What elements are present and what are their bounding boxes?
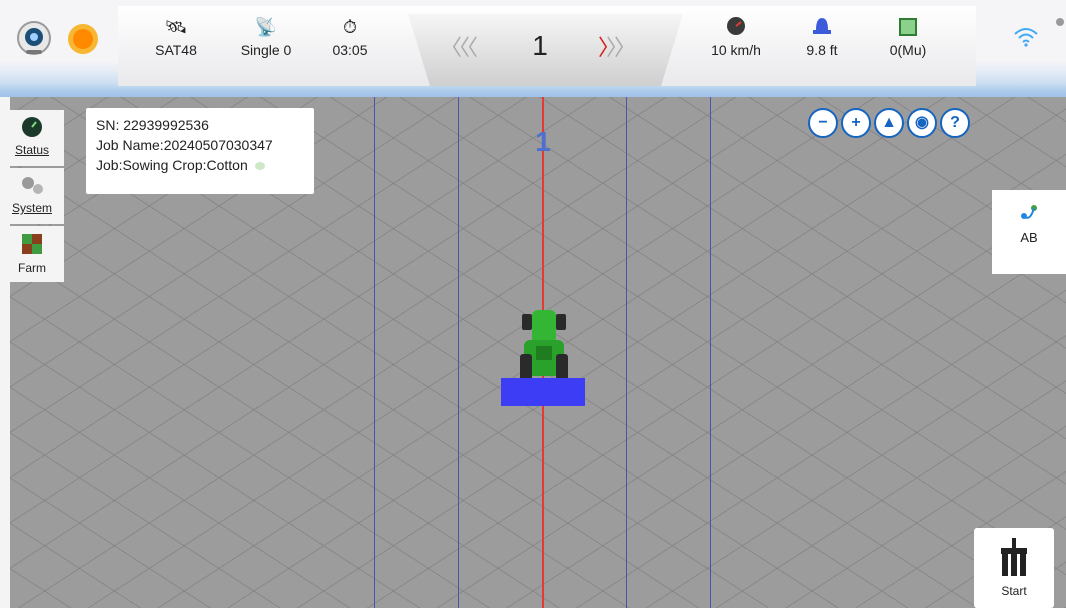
next-line-button[interactable]: 〉〉〉	[598, 30, 636, 62]
top-status-bar: 🛰 SAT48 📡 Single 0 ⏱ 03:05 〈〈〈 1 〉〉〉 10 …	[0, 0, 1066, 97]
previous-line-button[interactable]: 〈〈〈	[440, 30, 478, 62]
time-status: ⏱ 03:05	[310, 16, 390, 58]
sidebar-item-label: System	[11, 201, 52, 215]
ab-line-button[interactable]: AB	[992, 190, 1066, 274]
area-status: 0(Mu)	[868, 16, 948, 58]
job-crop-row: Job:Sowing Crop:Cotton	[86, 155, 314, 175]
start-label: Start	[1001, 584, 1027, 598]
ab-label: AB	[1020, 230, 1038, 245]
zoom-out-icon[interactable]: −	[808, 108, 838, 138]
zoom-in-icon[interactable]: +	[841, 108, 871, 138]
gears-icon	[0, 174, 64, 199]
satellite-icon: 🛰	[164, 17, 188, 37]
speedometer-icon	[696, 16, 776, 38]
signal-status[interactable]: 📡 Single 0	[226, 16, 306, 58]
area-icon	[868, 16, 948, 38]
time-value: 03:05	[332, 42, 368, 58]
ab-line-icon	[1018, 202, 1040, 224]
swath-number: 1	[532, 30, 548, 61]
serial-number: SN: 22939992536	[96, 117, 209, 133]
swath-line	[710, 97, 711, 608]
clock-icon: ⏱	[342, 17, 358, 37]
implement-bar	[501, 378, 585, 406]
satellite-status[interactable]: 🛰 SAT48	[136, 16, 216, 58]
signal-mode: Single 0	[240, 42, 292, 58]
help-icon[interactable]: ?	[940, 108, 970, 138]
job-info-panel: SN: 22939992536 Job Name:20240507030347 …	[86, 108, 314, 194]
sidebar-item-label: Farm	[18, 261, 46, 275]
start-button[interactable]: Start	[974, 528, 1054, 608]
swath-line	[626, 97, 627, 608]
area-value: 0(Mu)	[889, 42, 927, 58]
satellite-count: SAT48	[155, 42, 197, 58]
sidebar-item-farm[interactable]: Farm	[0, 226, 64, 282]
speed-value: 10 km/h	[711, 42, 761, 58]
sun-icon[interactable]	[64, 20, 102, 58]
width-status[interactable]: 9.8 ft	[782, 16, 862, 58]
speed-status: 10 km/h	[696, 16, 776, 58]
crop-icon	[254, 162, 265, 170]
job-crop: Job:Sowing Crop:Cotton	[96, 157, 248, 173]
swath-line	[458, 97, 459, 608]
sidebar-item-label: Status	[14, 143, 50, 157]
status-dot	[1056, 18, 1064, 26]
sidebar-item-system[interactable]: System	[0, 168, 64, 224]
line-number-label: 1	[535, 126, 551, 157]
wifi-icon	[1013, 26, 1039, 48]
job-name: Job Name:20240507030347	[96, 137, 273, 153]
antenna-icon: 📡	[254, 17, 278, 37]
status-icon	[0, 116, 64, 141]
camera-icon[interactable]	[16, 20, 52, 56]
implement-icon	[782, 16, 862, 38]
tractor-icon	[518, 310, 570, 388]
start-implement-icon	[999, 538, 1029, 578]
navigate-icon[interactable]: ▲	[874, 108, 904, 138]
farm-icon	[0, 232, 64, 259]
swath-line	[374, 97, 375, 608]
sidebar-item-status[interactable]: Status	[0, 110, 64, 166]
width-value: 9.8 ft	[806, 42, 838, 58]
locate-icon[interactable]: ◉	[907, 108, 937, 138]
